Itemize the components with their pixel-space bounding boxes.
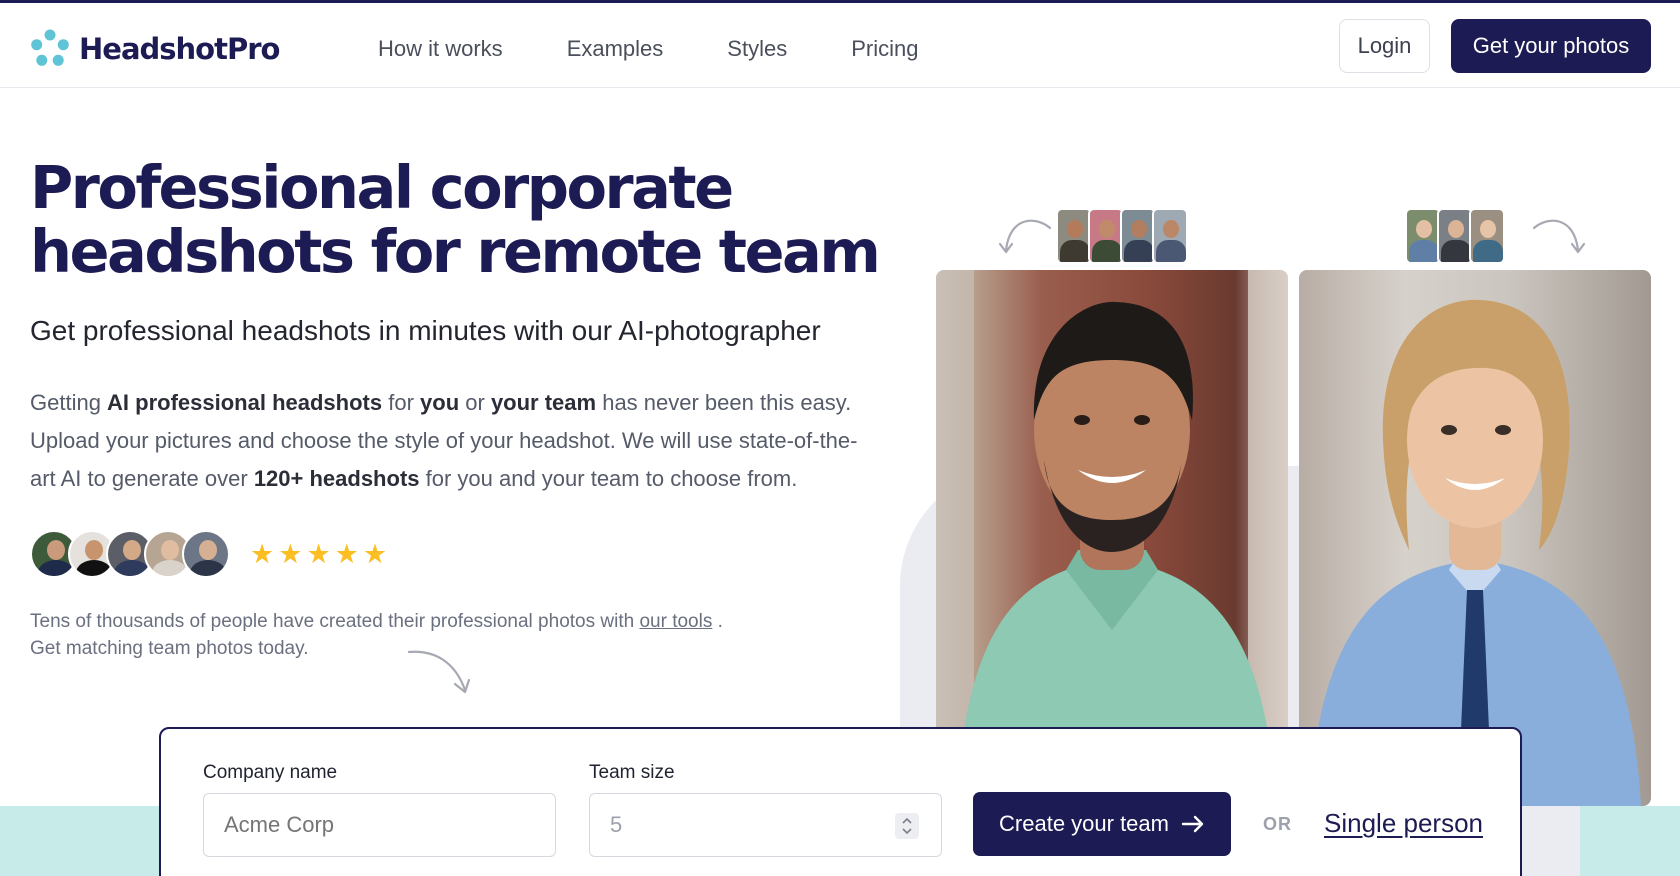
- star-icon: ★: [306, 539, 331, 569]
- desc-text: for you and your team to choose from.: [419, 466, 798, 491]
- company-name-label: Company name: [203, 762, 338, 783]
- desc-bold: AI professional headshots: [107, 390, 383, 415]
- man-portrait-illustration: [936, 270, 1288, 806]
- thumbnail: [1469, 208, 1505, 264]
- man-source-thumbnails: [1056, 208, 1188, 264]
- rating-stars: ★ ★ ★ ★ ★: [250, 538, 387, 570]
- woman-source-thumbnails: [1405, 208, 1505, 264]
- star-icon: ★: [362, 539, 388, 569]
- or-divider: OR: [1263, 814, 1292, 834]
- our-tools-link[interactable]: our tools: [639, 611, 712, 632]
- desc-bold: your team: [490, 390, 597, 415]
- get-photos-button[interactable]: Get your photos: [1451, 19, 1651, 73]
- nav-styles[interactable]: Styles: [727, 33, 787, 65]
- main-nav: How it works Examples Styles Pricing: [378, 33, 918, 65]
- thumbnail: [1405, 208, 1441, 264]
- team-size-input[interactable]: [589, 793, 942, 857]
- create-team-button[interactable]: Create your team: [973, 792, 1231, 856]
- title-line-2: headshots for remote team: [30, 217, 881, 286]
- curved-arrow-icon: [407, 650, 471, 694]
- woman-portrait-illustration: [1309, 299, 1641, 806]
- desc-text: for: [382, 390, 421, 415]
- team-signup-card: Company name Team size Create your team …: [159, 727, 1522, 876]
- man-headshot-image: [936, 270, 1288, 806]
- stepper-icon[interactable]: [895, 813, 919, 839]
- title-line-1: Professional corporate: [30, 153, 734, 222]
- nav-how-it-works[interactable]: How it works: [378, 33, 503, 65]
- social-proof-text: Tens of thousands of people have created…: [30, 608, 730, 662]
- avatar: [182, 530, 230, 578]
- create-team-label: Create your team: [999, 811, 1169, 836]
- desc-text: or: [459, 390, 491, 415]
- thumbnail: [1120, 208, 1156, 264]
- customer-avatars: [30, 530, 230, 578]
- team-size-label: Team size: [589, 762, 675, 783]
- arrow-right-icon: [1181, 815, 1204, 833]
- logo-text: HeadshotPro: [79, 32, 280, 66]
- nav-pricing[interactable]: Pricing: [851, 33, 918, 65]
- logo[interactable]: HeadshotPro: [30, 27, 280, 71]
- desc-bold: you: [420, 390, 460, 415]
- login-button[interactable]: Login: [1339, 19, 1430, 73]
- logo-icon: [31, 29, 69, 66]
- thumbnail: [1056, 208, 1092, 264]
- woman-headshot-image: [1299, 270, 1651, 806]
- company-name-input[interactable]: [203, 793, 556, 857]
- desc-bold: 120+ headshots: [253, 466, 420, 491]
- social-proof-part: Tens of thousands of people have created…: [30, 611, 640, 632]
- site-header: HeadshotPro How it works Examples Styles…: [0, 3, 1680, 88]
- curved-arrow-icon: [1532, 219, 1586, 254]
- desc-text: Getting: [30, 390, 108, 415]
- thumbnail: [1152, 208, 1188, 264]
- thumbnail: [1437, 208, 1473, 264]
- curved-arrow-icon: [998, 219, 1052, 254]
- star-icon: ★: [250, 539, 275, 569]
- nav-examples[interactable]: Examples: [567, 33, 664, 65]
- single-person-link[interactable]: Single person: [1324, 808, 1483, 839]
- star-icon: ★: [334, 539, 359, 569]
- star-icon: ★: [278, 539, 303, 569]
- hero-description: Getting AI professional headshots for yo…: [30, 384, 860, 498]
- page-title: Professional corporate headshots for rem…: [30, 156, 890, 284]
- thumbnail: [1088, 208, 1124, 264]
- hero-subtitle: Get professional headshots in minutes wi…: [30, 315, 821, 346]
